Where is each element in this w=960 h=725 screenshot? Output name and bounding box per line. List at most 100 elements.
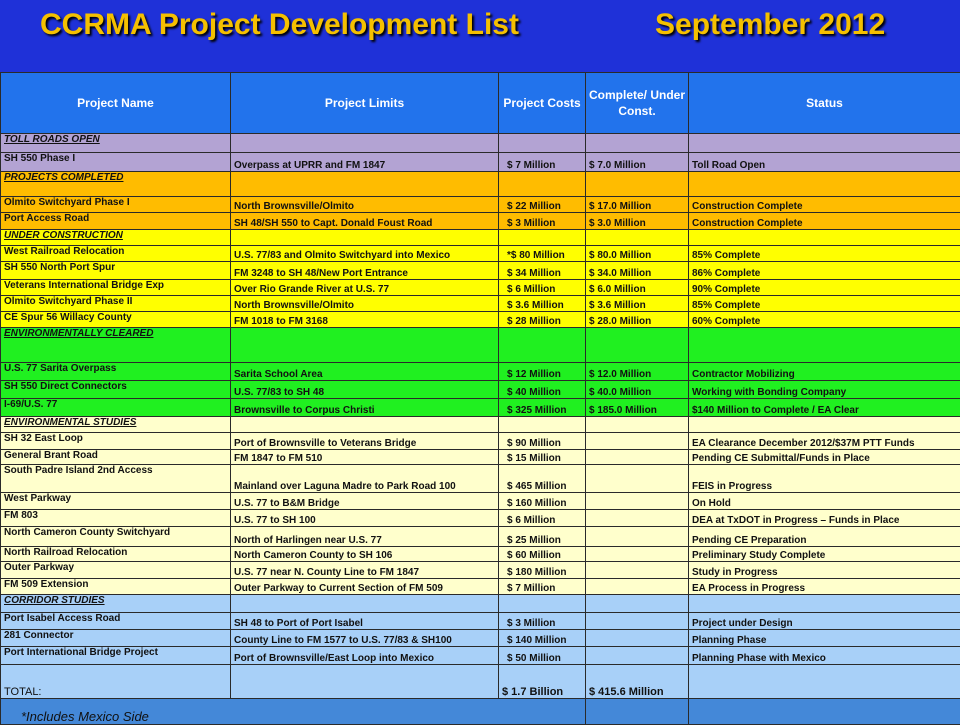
table-row: CE Spur 56 Willacy CountyFM 1018 to FM 3… xyxy=(1,312,960,328)
complete-cell: $ 80.0 Million xyxy=(586,246,689,262)
slide: CCRMA Project Development List September… xyxy=(0,0,960,720)
project-cost-cell: $ 180 Million xyxy=(499,562,586,579)
total-row: TOTAL:$ 1.7 Billion$ 415.6 Million xyxy=(1,665,960,699)
project-cost-cell: $ 15 Million xyxy=(499,450,586,465)
status-cell: Study in Progress xyxy=(689,562,960,579)
total-label: TOTAL: xyxy=(1,665,231,699)
section-label: TOLL ROADS OPEN xyxy=(1,134,231,153)
project-name-cell: North Cameron County Switchyard xyxy=(1,527,231,547)
table-row: FM 509 ExtensionOuter Parkway to Current… xyxy=(1,579,960,595)
table-row: SH 32 East LoopPort of Brownsville to Ve… xyxy=(1,433,960,450)
table-row: Olmito Switchyard Phase INorth Brownsvil… xyxy=(1,197,960,213)
empty-cell xyxy=(231,230,499,246)
complete-cell xyxy=(586,630,689,647)
project-name-cell: FM 803 xyxy=(1,510,231,527)
project-name-cell: SH 550 North Port Spur xyxy=(1,262,231,280)
status-cell: Construction Complete xyxy=(689,213,960,230)
project-name-cell: 281 Connector xyxy=(1,630,231,647)
project-cost-cell: $ 6 Million xyxy=(499,280,586,296)
project-cost-cell: $ 3.6 Million xyxy=(499,296,586,312)
table-row: South Padre Island 2nd AccessMainland ov… xyxy=(1,465,960,493)
header-project-limits: Project Limits xyxy=(231,73,499,134)
table-row: North Railroad RelocationNorth Cameron C… xyxy=(1,547,960,562)
project-limits-cell: County Line to FM 1577 to U.S. 77/83 & S… xyxy=(231,630,499,647)
empty-cell xyxy=(499,172,586,197)
empty-cell xyxy=(499,230,586,246)
status-cell: Planning Phase xyxy=(689,630,960,647)
section-label: CORRIDOR STUDIES xyxy=(1,595,231,613)
project-cost-cell: *$ 80 Million xyxy=(499,246,586,262)
project-cost-cell: $ 140 Million xyxy=(499,630,586,647)
project-name-cell: West Parkway xyxy=(1,493,231,510)
project-limits-cell: North of Harlingen near U.S. 77 xyxy=(231,527,499,547)
project-name-cell: Port International Bridge Project xyxy=(1,647,231,665)
table-row: Port Isabel Access RoadSH 48 to Port of … xyxy=(1,613,960,630)
complete-cell: $ 3.0 Million xyxy=(586,213,689,230)
project-limits-cell: FM 3248 to SH 48/New Port Entrance xyxy=(231,262,499,280)
project-cost-cell: $ 12 Million xyxy=(499,363,586,381)
complete-cell xyxy=(586,493,689,510)
complete-cell: $ 185.0 Million xyxy=(586,399,689,417)
complete-cell xyxy=(586,510,689,527)
empty-cell xyxy=(231,665,499,699)
project-limits-cell: SH 48 to Port of Port Isabel xyxy=(231,613,499,630)
project-name-cell: West Railroad Relocation xyxy=(1,246,231,262)
project-cost-cell: $ 3 Million xyxy=(499,613,586,630)
table-row: SH 550 Phase IOverpass at UPRR and FM 18… xyxy=(1,153,960,172)
project-cost-cell: $ 3 Million xyxy=(499,213,586,230)
status-cell: Pending CE Submittal/Funds in Place xyxy=(689,450,960,465)
project-cost-cell: $ 50 Million xyxy=(499,647,586,665)
status-cell: 86% Complete xyxy=(689,262,960,280)
empty-cell xyxy=(231,328,499,363)
status-cell: Preliminary Study Complete xyxy=(689,547,960,562)
project-limits-cell: FM 1018 to FM 3168 xyxy=(231,312,499,328)
project-limits-cell: U.S. 77 to B&M Bridge xyxy=(231,493,499,510)
complete-cell: $ 7.0 Million xyxy=(586,153,689,172)
project-name-cell: Olmito Switchyard Phase II xyxy=(1,296,231,312)
project-limits-cell: SH 48/SH 550 to Capt. Donald Foust Road xyxy=(231,213,499,230)
project-cost-cell: $ 60 Million xyxy=(499,547,586,562)
empty-cell xyxy=(231,134,499,153)
header-project-name: Project Name xyxy=(1,73,231,134)
project-name-cell: CE Spur 56 Willacy County xyxy=(1,312,231,328)
project-limits-cell: Port of Brownsville to Veterans Bridge xyxy=(231,433,499,450)
project-name-cell: Outer Parkway xyxy=(1,562,231,579)
complete-cell xyxy=(586,450,689,465)
complete-cell: $ 12.0 Million xyxy=(586,363,689,381)
total-complete: $ 415.6 Million xyxy=(586,665,689,699)
status-cell: EA Clearance December 2012/$37M PTT Fund… xyxy=(689,433,960,450)
section-row: PROJECTS COMPLETED xyxy=(1,172,960,197)
empty-cell xyxy=(586,699,689,725)
table-body: TOLL ROADS OPENSH 550 Phase IOverpass at… xyxy=(1,134,960,725)
empty-cell xyxy=(586,417,689,433)
project-name-cell: SH 32 East Loop xyxy=(1,433,231,450)
status-cell: Construction Complete xyxy=(689,197,960,213)
table-row: West ParkwayU.S. 77 to B&M Bridge$ 160 M… xyxy=(1,493,960,510)
table-row: Port Access RoadSH 48/SH 550 to Capt. Do… xyxy=(1,213,960,230)
project-name-cell: North Railroad Relocation xyxy=(1,547,231,562)
project-limits-cell: Mainland over Laguna Madre to Park Road … xyxy=(231,465,499,493)
table-row: Olmito Switchyard Phase IINorth Brownsvi… xyxy=(1,296,960,312)
project-name-cell: Port Access Road xyxy=(1,213,231,230)
page-title: CCRMA Project Development List xyxy=(40,8,519,42)
complete-cell xyxy=(586,579,689,595)
empty-cell xyxy=(586,595,689,613)
complete-cell xyxy=(586,465,689,493)
section-row: UNDER CONSTRUCTION xyxy=(1,230,960,246)
project-name-cell: Olmito Switchyard Phase I xyxy=(1,197,231,213)
status-cell: Working with Bonding Company xyxy=(689,381,960,399)
status-cell: 85% Complete xyxy=(689,296,960,312)
status-cell: FEIS in Progress xyxy=(689,465,960,493)
status-cell: Pending CE Preparation xyxy=(689,527,960,547)
empty-cell xyxy=(689,699,960,725)
status-cell: On Hold xyxy=(689,493,960,510)
project-table: Project Name Project Limits Project Cost… xyxy=(0,72,960,725)
empty-cell xyxy=(689,230,960,246)
project-limits-cell: Sarita School Area xyxy=(231,363,499,381)
table-row: Veterans International Bridge ExpOver Ri… xyxy=(1,280,960,296)
status-cell: Planning Phase with Mexico xyxy=(689,647,960,665)
project-limits-cell: Port of Brownsville/East Loop into Mexic… xyxy=(231,647,499,665)
status-cell: $140 Million to Complete / EA Clear xyxy=(689,399,960,417)
project-limits-cell: Brownsville to Corpus Christi xyxy=(231,399,499,417)
project-cost-cell: $ 90 Million xyxy=(499,433,586,450)
